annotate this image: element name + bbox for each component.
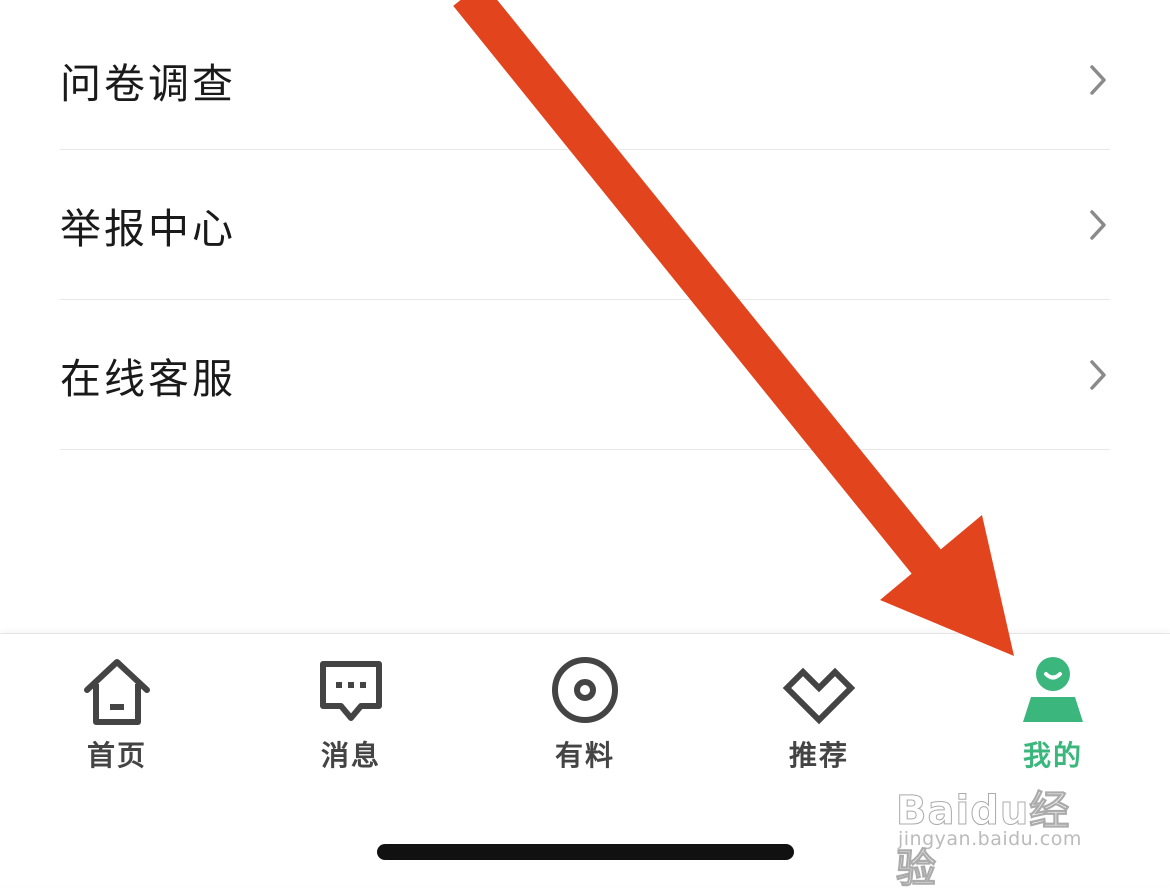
menu-item-online-service[interactable]: 在线客服 [60,300,1110,450]
message-icon [320,661,382,721]
menu-item-label: 问卷调查 [60,60,236,108]
settings-menu-list: 问卷调查 举报中心 在线客服 [60,0,1110,450]
chevron-right-icon [1090,65,1106,95]
tab-label: 有料 [554,739,615,772]
baidu-jingyan-watermark: Baidu经验 jingyan.baidu.com [896,758,1110,893]
tab-youliao[interactable]: 有料 [468,652,702,774]
tab-me[interactable]: 我的 [936,652,1170,774]
watermark-url: jingyan.baidu.com [898,828,1082,850]
tab-label: 首页 [86,739,147,772]
home-icon [84,659,150,725]
tab-label: 消息 [320,739,381,772]
heart-icon [782,667,856,725]
chevron-right-icon [1090,209,1106,240]
tab-recommend[interactable]: 推荐 [702,652,936,774]
person-icon [1023,657,1083,722]
chevron-right-icon [1090,359,1106,390]
tab-messages[interactable]: 消息 [234,652,468,774]
menu-item-label: 在线客服 [60,354,236,403]
menu-item-survey[interactable]: 问卷调查 [60,0,1110,150]
menu-item-report-center[interactable]: 举报中心 [60,150,1110,300]
menu-item-label: 举报中心 [60,204,236,253]
home-indicator[interactable] [377,844,794,860]
tab-home[interactable]: 首页 [0,652,234,774]
disc-icon [552,657,618,723]
